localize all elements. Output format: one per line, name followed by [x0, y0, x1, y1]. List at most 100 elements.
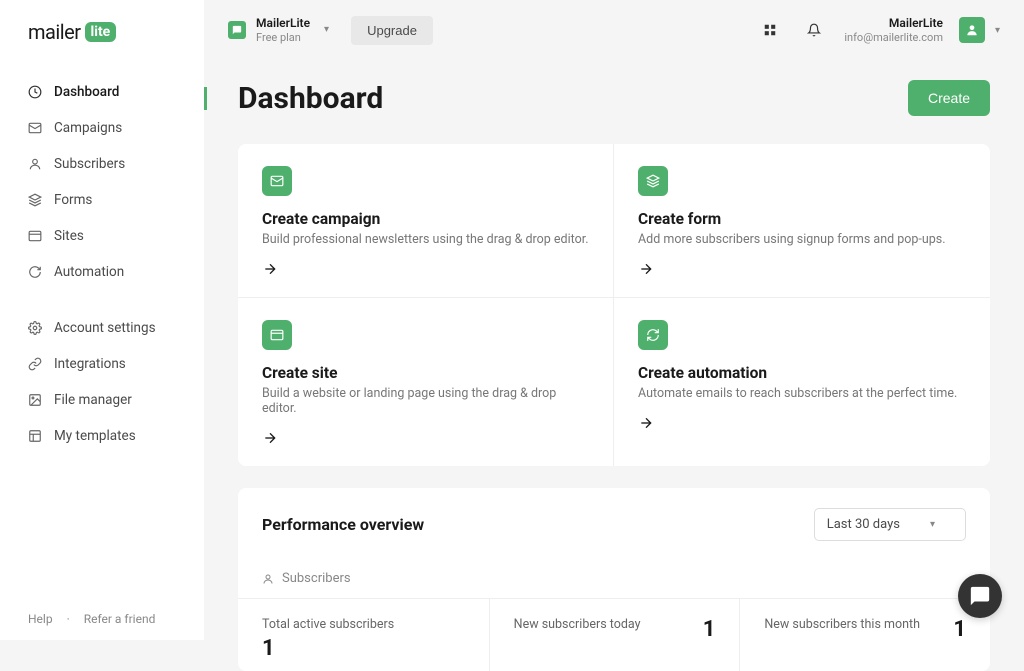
sidebar-footer: Help · Refer a friend — [0, 598, 204, 640]
apps-button[interactable] — [756, 16, 784, 44]
stats: Total active subscribers 1 New subscribe… — [238, 599, 990, 671]
performance-overview: Performance overview Last 30 days ▾ Subs… — [238, 488, 990, 671]
page-head: Dashboard Create — [204, 60, 1024, 144]
envelope-icon — [28, 121, 42, 135]
nav-label: Dashboard — [54, 84, 119, 100]
nav-label: Account settings — [54, 320, 156, 336]
template-icon — [28, 429, 42, 443]
header-right: MailerLite info@mailerlite.com ▾ — [756, 16, 1000, 44]
grid-icon — [763, 23, 777, 37]
layers-icon — [638, 166, 668, 196]
nav-label: Campaigns — [54, 120, 122, 136]
refer-link[interactable]: Refer a friend — [84, 612, 156, 626]
nav-item-account-settings[interactable]: Account settings — [0, 310, 204, 346]
stat-value: 1 — [953, 617, 966, 642]
account-switcher[interactable]: MailerLite Free plan ▾ — [228, 16, 329, 44]
stat-label: Total active subscribers — [262, 617, 465, 632]
perf-head: Performance overview Last 30 days ▾ — [238, 488, 990, 559]
envelope-icon — [262, 166, 292, 196]
stat-active: Total active subscribers 1 — [238, 599, 489, 671]
nav-label: My templates — [54, 428, 136, 444]
chevron-down-icon: ▾ — [930, 519, 935, 530]
nav: Dashboard Campaigns Subscribers Forms Si… — [0, 74, 204, 598]
nav-label: Automation — [54, 264, 124, 280]
perf-tab-subscribers[interactable]: Subscribers — [238, 559, 990, 599]
account-plan: Free plan — [256, 31, 310, 44]
chevron-down-icon: ▾ — [995, 25, 1000, 36]
create-button[interactable]: Create — [908, 80, 990, 116]
card-title: Create form — [638, 210, 966, 228]
logo-badge: lite — [85, 22, 117, 42]
card-title: Create automation — [638, 364, 966, 382]
card-create-automation[interactable]: Create automation Automate emails to rea… — [614, 298, 990, 466]
nav-item-automation[interactable]: Automation — [0, 254, 204, 290]
user-menu[interactable]: ▾ — [959, 17, 1000, 43]
page-title: Dashboard — [238, 81, 383, 116]
card-desc: Automate emails to reach subscribers at … — [638, 386, 966, 401]
browser-icon — [262, 320, 292, 350]
nav-item-sites[interactable]: Sites — [0, 218, 204, 254]
header: MailerLite Free plan ▾ Upgrade MailerLit… — [204, 0, 1024, 60]
gear-icon — [28, 321, 42, 335]
arrow-right-icon — [262, 261, 589, 277]
nav-item-subscribers[interactable]: Subscribers — [0, 146, 204, 182]
browser-icon — [28, 229, 42, 243]
separator: · — [67, 612, 70, 626]
card-desc: Build a website or landing page using th… — [262, 386, 589, 416]
user-icon — [28, 157, 42, 171]
nav-label: File manager — [54, 392, 132, 408]
main: MailerLite Free plan ▾ Upgrade MailerLit… — [204, 0, 1024, 671]
chevron-down-icon: ▾ — [324, 24, 329, 35]
tab-label: Subscribers — [282, 571, 351, 586]
arrow-right-icon — [262, 430, 589, 446]
chat-icon — [969, 585, 991, 607]
dashboard-icon — [28, 85, 42, 99]
image-icon — [28, 393, 42, 407]
sidebar: mailer lite Dashboard Campaigns Subscrib… — [0, 0, 204, 640]
nav-item-my-templates[interactable]: My templates — [0, 418, 204, 454]
card-desc: Add more subscribers using signup forms … — [638, 232, 966, 247]
nav-label: Sites — [54, 228, 84, 244]
card-title: Create site — [262, 364, 589, 382]
layers-icon — [28, 193, 42, 207]
card-create-campaign[interactable]: Create campaign Build professional newsl… — [238, 144, 614, 298]
link-icon — [28, 357, 42, 371]
nav-item-forms[interactable]: Forms — [0, 182, 204, 218]
card-create-form[interactable]: Create form Add more subscribers using s… — [614, 144, 990, 298]
arrow-right-icon — [638, 415, 966, 431]
card-desc: Build professional newsletters using the… — [262, 232, 589, 247]
refresh-icon — [638, 320, 668, 350]
account-icon — [228, 21, 246, 39]
nav-label: Integrations — [54, 356, 126, 372]
chat-widget[interactable] — [958, 574, 1002, 618]
nav-label: Forms — [54, 192, 92, 208]
logo[interactable]: mailer lite — [0, 0, 204, 74]
notifications-button[interactable] — [800, 16, 828, 44]
date-range-select[interactable]: Last 30 days ▾ — [814, 508, 966, 541]
user-name: MailerLite — [889, 16, 943, 30]
nav-item-integrations[interactable]: Integrations — [0, 346, 204, 382]
user-icon — [262, 573, 274, 585]
avatar — [959, 17, 985, 43]
nav-item-dashboard[interactable]: Dashboard — [0, 74, 204, 110]
stat-label: New subscribers this month — [764, 617, 920, 632]
stat-value: 1 — [703, 617, 716, 642]
card-create-site[interactable]: Create site Build a website or landing p… — [238, 298, 614, 466]
upgrade-button[interactable]: Upgrade — [351, 16, 433, 45]
stat-today: New subscribers today 1 — [489, 599, 740, 671]
user-info: MailerLite info@mailerlite.com — [844, 16, 943, 44]
help-link[interactable]: Help — [28, 612, 53, 626]
card-title: Create campaign — [262, 210, 589, 228]
account-name: MailerLite — [256, 16, 310, 30]
person-icon — [965, 23, 979, 37]
nav-item-file-manager[interactable]: File manager — [0, 382, 204, 418]
header-left: MailerLite Free plan ▾ Upgrade — [228, 16, 433, 45]
refresh-icon — [28, 265, 42, 279]
account-text: MailerLite Free plan — [256, 16, 310, 44]
date-range-value: Last 30 days — [827, 517, 900, 532]
content: Create campaign Build professional newsl… — [204, 144, 1024, 671]
quick-actions: Create campaign Build professional newsl… — [238, 144, 990, 466]
stat-month: New subscribers this month 1 — [739, 599, 990, 671]
nav-item-campaigns[interactable]: Campaigns — [0, 110, 204, 146]
stat-label: New subscribers today — [514, 617, 641, 632]
